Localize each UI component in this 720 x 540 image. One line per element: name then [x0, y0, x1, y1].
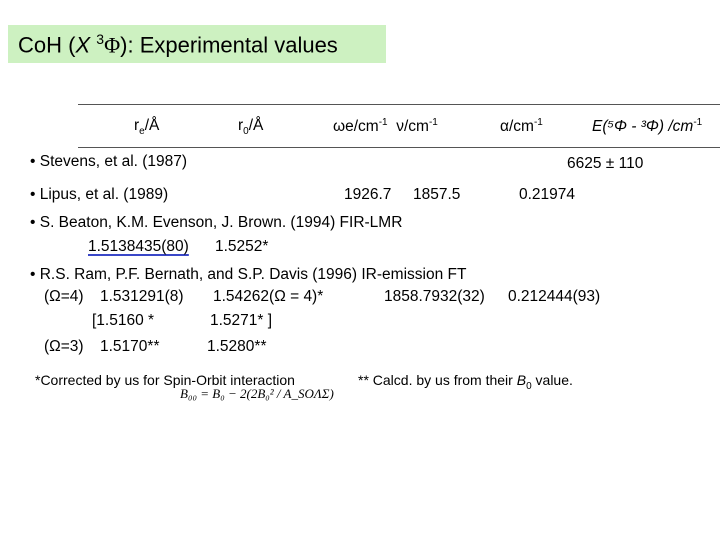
row-lipus-nu: 1857.5: [413, 186, 461, 203]
row-beaton-r0: 1.5252*: [215, 238, 269, 255]
row-ram-bracket-r0: 1.5271* ]: [210, 312, 273, 329]
row-lipus-label: • Lipus, et al. (1989): [30, 186, 169, 203]
row-ram-omega4-re: 1.531291(8): [100, 288, 184, 305]
row-ram-omega3-re: 1.5170**: [100, 338, 160, 355]
row-ram-omega4-label: (Ω=4): [44, 288, 84, 305]
title-suffix: ): Experimental values: [120, 32, 338, 58]
row-ram-omega3-r0: 1.5280**: [207, 338, 267, 355]
row-lipus-alpha: 0.21974: [519, 186, 576, 203]
row-ram-bracket-re: [1.5160 *: [92, 312, 155, 329]
title-box: CoH (X 3Φ): Experimental values: [8, 25, 386, 63]
top-rule: [78, 104, 720, 105]
header-alpha: α/cm-1: [500, 117, 543, 136]
header-re: re/Å: [134, 117, 160, 138]
footnote-formula: B₀₀ = B₀ − 2(2B₀² / A_SOΛΣ): [180, 386, 334, 401]
title-state-phi: Φ: [104, 32, 121, 58]
footnote-calcd: ** Calcd. by us from their B0 value.: [358, 372, 573, 392]
row-ram-omega4-nu: 1858.7932(32): [384, 288, 485, 305]
slide-title: CoH (X 3Φ): Experimental values: [18, 31, 338, 58]
row-beaton-re: 1.5138435(80): [88, 238, 189, 255]
title-prefix: CoH (: [18, 32, 76, 58]
row-beaton-label: • S. Beaton, K.M. Evenson, J. Brown. (19…: [30, 214, 403, 231]
row-stevens-energy: 6625 ± 110: [567, 155, 644, 172]
row-lipus-omega: 1926.7: [344, 186, 392, 203]
row-ram-omega3-label: (Ω=3): [44, 338, 84, 355]
row-ram-label: • R.S. Ram, P.F. Bernath, and S.P. Davis…: [30, 266, 467, 283]
header-r0: r0/Å: [238, 117, 264, 138]
row-ram-omega4-r0: 1.54262(Ω = 4)*: [213, 288, 324, 305]
header-energy: E(⁵Φ - ³Φ) /cm-1: [592, 117, 703, 136]
header-omega-nu: ωe/cm-1 ν/cm-1: [333, 117, 438, 136]
title-state-x: X: [75, 32, 91, 58]
row-ram-omega4-alpha: 0.212444(93): [508, 288, 601, 305]
title-state-sup: 3: [96, 31, 105, 47]
header-rule: [78, 147, 720, 148]
row-stevens-label: • Stevens, et al. (1987): [30, 153, 188, 170]
